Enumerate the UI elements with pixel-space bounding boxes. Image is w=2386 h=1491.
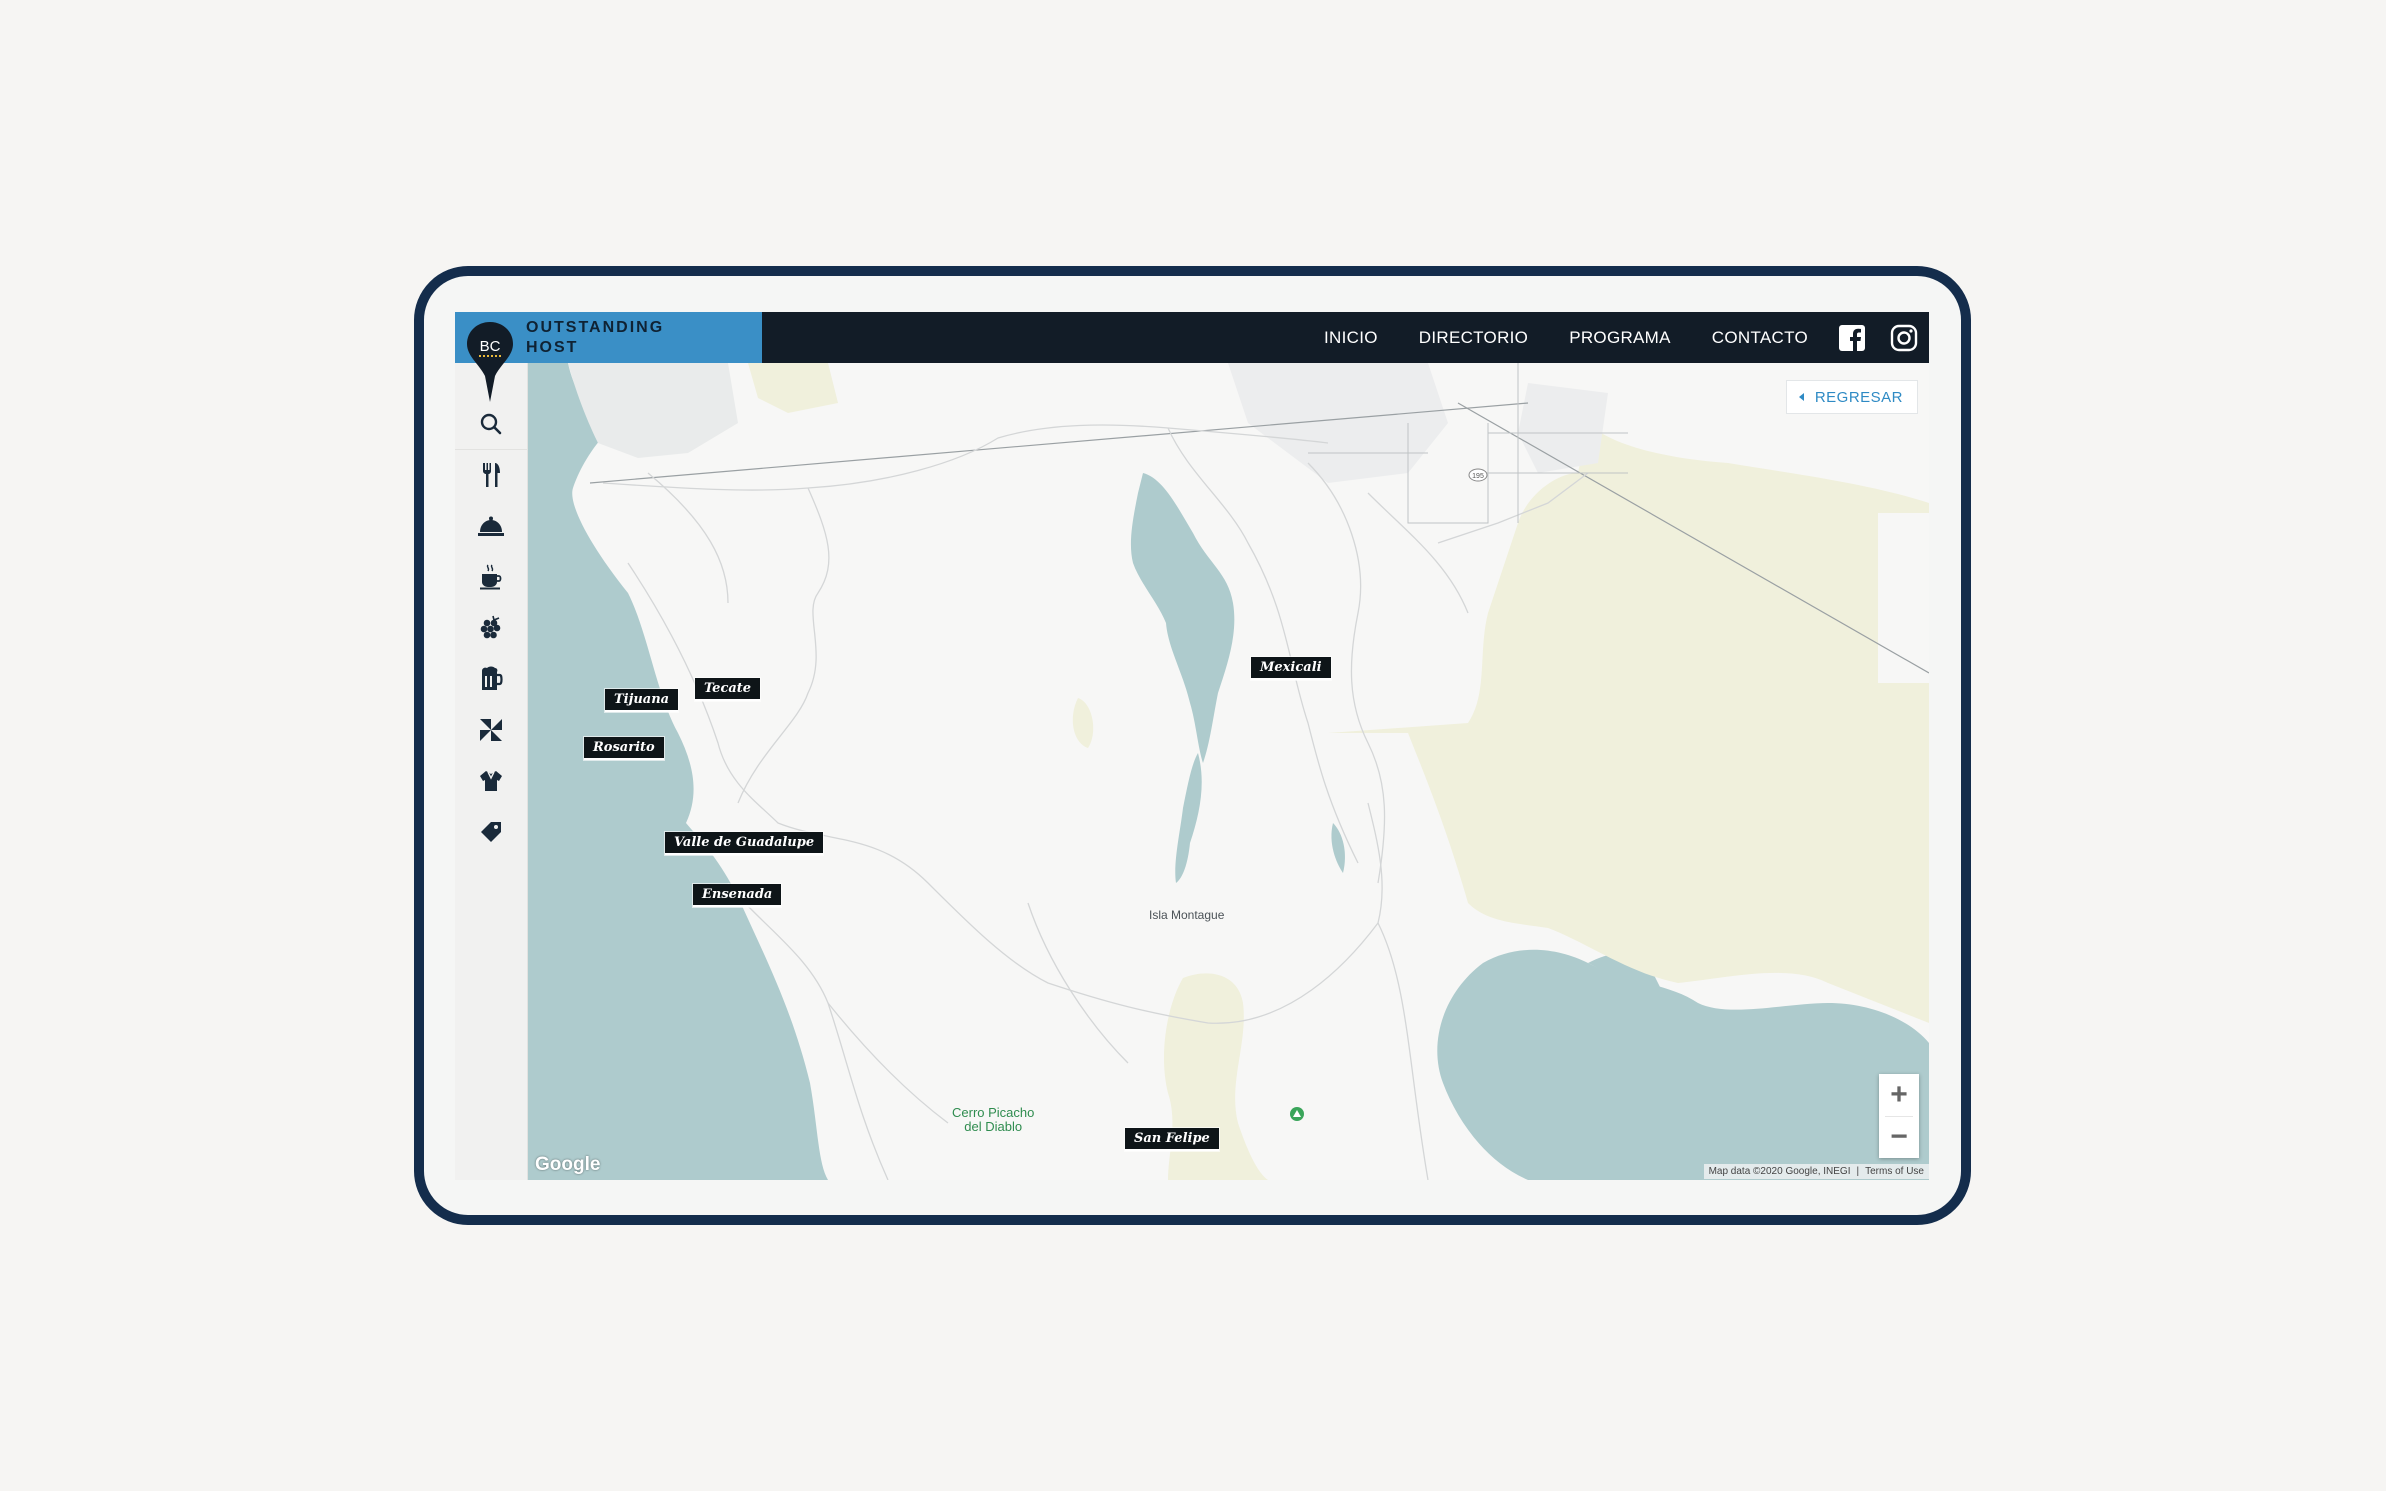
wineries-button[interactable] bbox=[465, 606, 517, 650]
city-label-san-felipe[interactable]: San Felipe bbox=[1125, 1128, 1219, 1151]
route-shield: 195 bbox=[1468, 468, 1488, 482]
search-icon bbox=[480, 413, 502, 435]
peak-marker-icon bbox=[1290, 1107, 1304, 1121]
city-label-rosarito[interactable]: Rosarito bbox=[584, 737, 664, 760]
deals-button[interactable] bbox=[465, 810, 517, 854]
category-sidebar bbox=[455, 363, 528, 1180]
google-logo[interactable]: Google bbox=[535, 1154, 600, 1176]
restaurants-button[interactable] bbox=[465, 453, 517, 497]
map-canvas[interactable]: 195 Mexicali Tijuana Tecate Rosarito Val… bbox=[528, 363, 1929, 1180]
app-screen: OUTSTANDING HOST INICIO DIRECTORIO PROGR… bbox=[455, 312, 1929, 1180]
search-button[interactable] bbox=[465, 402, 517, 446]
nav-inicio[interactable]: INICIO bbox=[1324, 328, 1378, 348]
map-base-layer: 195 bbox=[528, 363, 1929, 1180]
main-nav: INICIO DIRECTORIO PROGRAMA CONTACTO bbox=[1324, 312, 1808, 363]
city-label-tijuana[interactable]: Tijuana bbox=[605, 689, 679, 712]
cafes-button[interactable] bbox=[465, 555, 517, 599]
nav-programa[interactable]: PROGRAMA bbox=[1569, 328, 1671, 348]
zoom-in-button[interactable]: + bbox=[1879, 1074, 1919, 1116]
nav-contacto[interactable]: CONTACTO bbox=[1712, 328, 1808, 348]
logo-text: BC bbox=[480, 338, 501, 355]
coffee-icon bbox=[480, 564, 502, 590]
svg-text:195: 195 bbox=[1472, 473, 1484, 480]
nav-directorio[interactable]: DIRECTORIO bbox=[1419, 328, 1528, 348]
brand-name: OUTSTANDING HOST bbox=[526, 318, 664, 358]
city-label-valle-de-guadalupe[interactable]: Valle de Guadalupe bbox=[665, 832, 824, 855]
map-attribution: Map data ©2020 Google, INEGI | Terms of … bbox=[1703, 1164, 1929, 1179]
fashion-button[interactable] bbox=[465, 759, 517, 803]
facebook-icon[interactable] bbox=[1838, 324, 1866, 352]
brand-line-1: OUTSTANDING bbox=[526, 319, 665, 336]
attractions-button[interactable] bbox=[465, 708, 517, 752]
brand-line-2: HOST bbox=[526, 339, 579, 356]
beer-icon bbox=[482, 666, 503, 690]
bc-logo-pin[interactable]: BC bbox=[465, 320, 515, 404]
city-label-tecate[interactable]: Tecate bbox=[695, 678, 761, 701]
tag-icon bbox=[481, 822, 501, 842]
wine-icon bbox=[480, 615, 501, 639]
top-navigation-bar: OUTSTANDING HOST INICIO DIRECTORIO PROGR… bbox=[455, 312, 1929, 363]
back-button[interactable]: REGRESAR bbox=[1785, 380, 1918, 414]
city-label-ensenada[interactable]: Ensenada bbox=[693, 884, 782, 907]
place-label-isla-montague: Isla Montague bbox=[1149, 908, 1225, 922]
back-button-label: REGRESAR bbox=[1814, 388, 1903, 406]
spa-icon bbox=[480, 719, 502, 741]
attribution-text: Map data ©2020 Google, INEGI bbox=[1708, 1166, 1851, 1177]
zoom-control: + − bbox=[1879, 1074, 1919, 1158]
zoom-out-button[interactable]: − bbox=[1879, 1116, 1919, 1158]
caret-left-icon bbox=[1798, 393, 1804, 401]
city-label-mexicali[interactable]: Mexicali bbox=[1251, 657, 1331, 680]
hotels-button[interactable] bbox=[465, 504, 517, 548]
instagram-icon[interactable] bbox=[1890, 324, 1918, 352]
terms-link[interactable]: Terms of Use bbox=[1865, 1166, 1924, 1177]
shirt-icon bbox=[480, 771, 502, 791]
place-label-cerro-picacho: Cerro Picacho del Diablo bbox=[952, 1105, 1035, 1134]
restaurant-icon bbox=[483, 463, 500, 487]
hotel-icon bbox=[478, 516, 504, 536]
breweries-button[interactable] bbox=[465, 657, 517, 701]
